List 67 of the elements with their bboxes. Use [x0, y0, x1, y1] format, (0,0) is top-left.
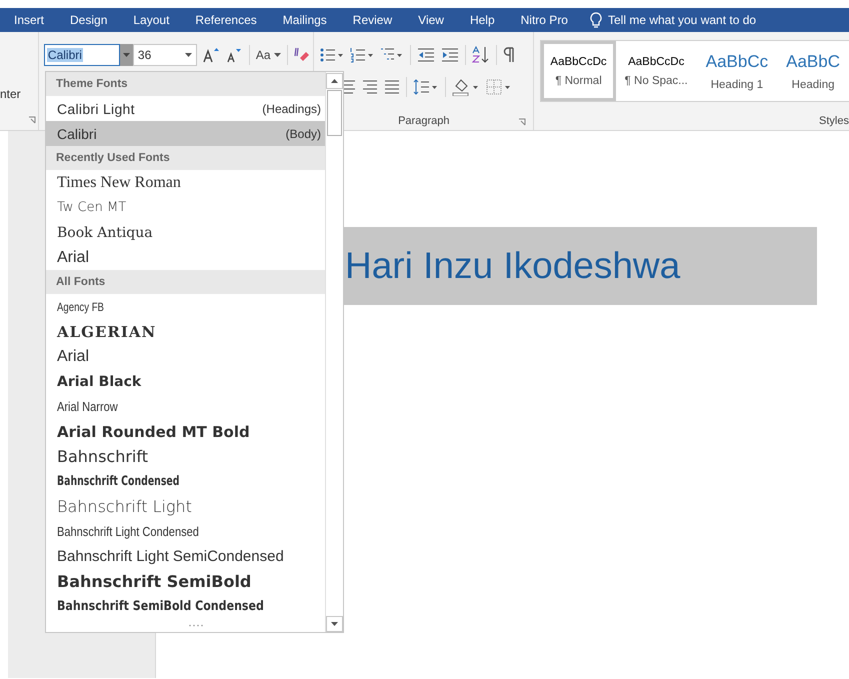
font-option[interactable]: Arial Black — [46, 369, 325, 394]
ribbon-tab[interactable]: Help — [470, 13, 495, 27]
font-option[interactable]: Bahnschrift Condensed — [46, 469, 325, 494]
numbering-icon[interactable] — [350, 47, 374, 63]
font-name-field[interactable]: Calibri — [44, 44, 120, 66]
font-option[interactable]: Arial — [46, 344, 325, 369]
dialog-launcher-icon[interactable] — [28, 116, 37, 125]
bullets-icon[interactable] — [320, 47, 344, 63]
font-option[interactable]: Bahnschrift SemiBold — [46, 569, 325, 594]
scrollbar[interactable] — [325, 72, 343, 632]
font-option[interactable]: Arial Rounded MT Bold — [46, 419, 325, 444]
borders-icon[interactable] — [486, 79, 512, 95]
ribbon-tab[interactable]: References — [195, 13, 257, 27]
style-item[interactable]: AaBbC Heading — [777, 41, 849, 101]
justify-icon[interactable] — [384, 80, 400, 94]
caret-icon — [122, 53, 130, 57]
grow-font-icon[interactable] — [202, 47, 221, 63]
section-heading: All Fonts — [46, 270, 325, 294]
group-label: Paragraph — [398, 115, 450, 127]
scroll-thumb[interactable] — [327, 90, 342, 136]
caret-icon — [274, 53, 281, 57]
shading-icon[interactable] — [452, 78, 480, 96]
font-option[interactable]: Calibri Light (Headings) — [46, 96, 325, 121]
font-option[interactable]: ALGERIAN — [46, 319, 325, 344]
font-option[interactable]: Bahnschrift — [46, 444, 325, 469]
group-label: Styles — [819, 115, 849, 127]
decrease-indent-icon[interactable] — [417, 47, 436, 63]
ribbon-tab[interactable]: View — [418, 13, 444, 27]
font-option[interactable]: Bahnschrift Light Condensed — [46, 519, 325, 544]
font-option[interactable]: Book Antiqua — [46, 220, 325, 245]
font-option[interactable]: Arial Narrow — [46, 394, 325, 419]
line-spacing-icon[interactable] — [413, 79, 440, 95]
increase-indent-icon[interactable] — [441, 47, 460, 63]
pilcrow-icon[interactable] — [503, 47, 516, 63]
font-option[interactable]: Tw Cen MT — [46, 195, 325, 220]
caret-icon[interactable] — [184, 53, 192, 57]
ribbon-tab[interactable]: Nitro Pro — [520, 13, 568, 27]
group-label: nter — [0, 87, 21, 101]
shrink-font-icon[interactable] — [226, 47, 243, 63]
scroll-down-icon[interactable] — [326, 616, 343, 632]
sort-icon[interactable] — [472, 46, 490, 64]
font-option[interactable]: Arial — [46, 245, 325, 270]
ribbon-tab[interactable]: Review — [352, 13, 392, 27]
font-option[interactable]: Calibri (Body) — [46, 121, 325, 146]
align-right-icon[interactable] — [362, 80, 378, 94]
style-item[interactable]: AaBbCcDc ¶ No Spac... — [616, 41, 697, 101]
eraser-icon[interactable] — [294, 47, 310, 63]
font-option[interactable]: Bahnschrift SemiBold Condensed — [46, 594, 325, 619]
font-option[interactable]: Bahnschrift Light SemiCondensed — [46, 544, 325, 569]
style-item[interactable]: AaBbCcDc ¶ Normal — [541, 41, 616, 101]
change-case-button[interactable]: Aa — [256, 48, 281, 62]
ribbon-tab[interactable]: Insert — [14, 13, 44, 27]
font-option[interactable]: Times New Roman — [46, 170, 325, 195]
font-size-field[interactable]: 36 — [132, 44, 197, 66]
section-heading: Recently Used Fonts — [46, 146, 325, 170]
section-heading: Theme Fonts — [46, 72, 325, 96]
style-item[interactable]: AaBbCc Heading 1 — [696, 41, 778, 101]
ribbon-tab[interactable]: Layout — [133, 13, 170, 27]
ribbon-tab[interactable]: Mailings — [282, 13, 327, 27]
ribbon-tab[interactable]: Design — [70, 13, 108, 27]
font-option[interactable]: Agency FB — [46, 294, 325, 319]
scroll-up-icon[interactable] — [326, 73, 343, 89]
lightbulb-icon — [590, 12, 602, 28]
dialog-launcher-icon[interactable] — [518, 118, 528, 127]
font-dropdown-button[interactable] — [120, 44, 133, 66]
tell-me-search[interactable]: Tell me what you want to do — [608, 13, 756, 27]
font-option[interactable]: Bahnschrift Light — [46, 494, 325, 519]
